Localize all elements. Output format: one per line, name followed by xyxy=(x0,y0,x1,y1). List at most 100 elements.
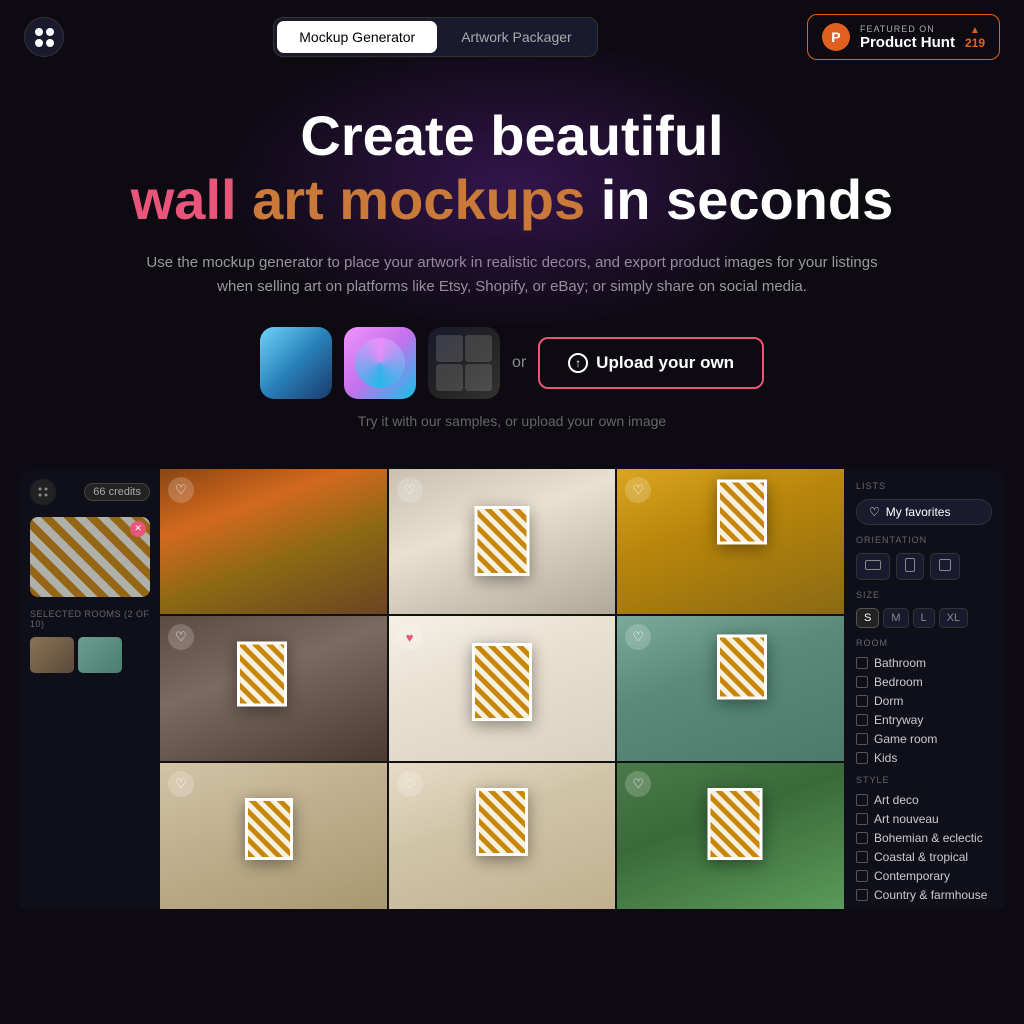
selected-room-thumb-1[interactable] xyxy=(30,637,74,673)
entryway-checkbox[interactable] xyxy=(856,714,868,726)
product-hunt-name: Product Hunt xyxy=(860,34,955,51)
orientation-buttons xyxy=(856,553,992,580)
style-checkboxes: Art deco Art nouveau Bohemian & eclectic… xyxy=(856,793,992,902)
size-section-title: SIZE xyxy=(856,590,992,600)
country-label: Country & farmhouse xyxy=(874,888,987,902)
user-avatar xyxy=(30,479,56,505)
bohemian-checkbox[interactable] xyxy=(856,832,868,844)
size-m-btn[interactable]: M xyxy=(883,608,908,628)
artnouveau-checkbox[interactable] xyxy=(856,813,868,825)
square-btn[interactable] xyxy=(930,553,960,580)
size-xl-btn[interactable]: XL xyxy=(939,608,968,628)
or-separator: or xyxy=(512,354,526,372)
kids-label: Kids xyxy=(874,751,897,765)
heart-btn-5[interactable]: ♥ xyxy=(397,624,423,650)
heart-btn-9[interactable]: ♡ xyxy=(625,771,651,797)
upload-icon: ↑ xyxy=(568,353,588,373)
selected-rooms-thumbs xyxy=(30,637,150,673)
contemporary-checkbox[interactable] xyxy=(856,870,868,882)
logo-dot xyxy=(35,39,43,47)
featured-on-label: FEATURED ON xyxy=(860,24,955,34)
artwork-preview[interactable]: ✕ xyxy=(30,517,150,597)
grid-item-6[interactable]: ♡ xyxy=(617,616,844,761)
navbar: Mockup Generator Artwork Packager P FEAT… xyxy=(0,0,1024,74)
hero-title-line2: wall art mockups in seconds xyxy=(20,168,1004,232)
coastal-label: Coastal & tropical xyxy=(874,850,968,864)
grid-cell xyxy=(465,335,492,362)
bedroom-label: Bedroom xyxy=(874,675,923,689)
size-l-btn[interactable]: L xyxy=(913,608,935,628)
left-panel: 66 credits ✕ SELECTED ROOMS (2 OF 10) xyxy=(20,469,160,909)
favorites-label: My favorites xyxy=(886,505,951,519)
upload-button[interactable]: ↑ Upload your own xyxy=(538,337,764,389)
grid-item-7[interactable]: ♡ xyxy=(160,763,387,908)
hero-word-in-seconds: in seconds xyxy=(601,168,894,231)
sample-thumb-2[interactable] xyxy=(344,327,416,399)
mockup-grid: ♡ ♡ ♡ ♡ ♥ ♡ xyxy=(160,469,844,909)
product-hunt-text: FEATURED ON Product Hunt xyxy=(860,24,955,51)
artdeco-label: Art deco xyxy=(874,793,919,807)
mockup-preview: 66 credits ✕ SELECTED ROOMS (2 OF 10) ♡ … xyxy=(20,469,1004,909)
style-filter-artdeco: Art deco xyxy=(856,793,992,807)
portrait-btn[interactable] xyxy=(896,553,924,580)
heart-btn-3[interactable]: ♡ xyxy=(625,477,651,503)
favorites-button[interactable]: ♡ My favorites xyxy=(856,499,992,525)
grid-item-1[interactable]: ♡ xyxy=(160,469,387,614)
artdeco-checkbox[interactable] xyxy=(856,794,868,806)
country-checkbox[interactable] xyxy=(856,889,868,901)
grid-item-2[interactable]: ♡ xyxy=(389,469,616,614)
heart-btn-4[interactable]: ♡ xyxy=(168,624,194,650)
sample-thumb-1[interactable] xyxy=(260,327,332,399)
landscape-btn[interactable] xyxy=(856,553,890,580)
logo-dot xyxy=(46,39,54,47)
grid-item-9[interactable]: ♡ xyxy=(617,763,844,908)
heart-btn-2[interactable]: ♡ xyxy=(397,477,423,503)
heart-icon: ♡ xyxy=(869,505,880,519)
style-section-title: STYLE xyxy=(856,775,992,785)
product-hunt-count: ▲ 219 xyxy=(965,25,985,50)
hero-title: Create beautiful wall art mockups in sec… xyxy=(20,104,1004,233)
heart-btn-7[interactable]: ♡ xyxy=(168,771,194,797)
gameroom-label: Game room xyxy=(874,732,937,746)
nav-tabs: Mockup Generator Artwork Packager xyxy=(273,17,597,57)
hero-title-line1: Create beautiful xyxy=(20,104,1004,168)
bedroom-checkbox[interactable] xyxy=(856,676,868,688)
gameroom-checkbox[interactable] xyxy=(856,733,868,745)
style-filter-coastal: Coastal & tropical xyxy=(856,850,992,864)
tab-artwork-packager[interactable]: Artwork Packager xyxy=(439,21,593,53)
landscape-icon xyxy=(865,560,881,570)
right-panel: LISTS ♡ My favorites ORIENTATION SIZE S … xyxy=(844,469,1004,909)
entryway-label: Entryway xyxy=(874,713,923,727)
heart-btn-1[interactable]: ♡ xyxy=(168,477,194,503)
room-filter-kids: Kids xyxy=(856,751,992,765)
selected-rooms-label: SELECTED ROOMS (2 OF 10) xyxy=(30,609,150,629)
square-icon xyxy=(939,559,951,571)
style-filter-artnouveau: Art nouveau xyxy=(856,812,992,826)
orientation-section-title: ORIENTATION xyxy=(856,535,992,545)
grid-item-5[interactable]: ♥ xyxy=(389,616,616,761)
dorm-checkbox[interactable] xyxy=(856,695,868,707)
selected-room-thumb-2[interactable] xyxy=(78,637,122,673)
room-filter-entryway: Entryway xyxy=(856,713,992,727)
grid-item-4[interactable]: ♡ xyxy=(160,616,387,761)
product-hunt-badge[interactable]: P FEATURED ON Product Hunt ▲ 219 xyxy=(807,14,1000,60)
upvote-arrow-icon: ▲ xyxy=(970,25,980,36)
grid-item-8[interactable]: ♡ xyxy=(389,763,616,908)
bathroom-checkbox[interactable] xyxy=(856,657,868,669)
dorm-label: Dorm xyxy=(874,694,903,708)
kids-checkbox[interactable] xyxy=(856,752,868,764)
grid-cell xyxy=(465,364,492,391)
product-hunt-icon: P xyxy=(822,23,850,51)
upload-btn-label: Upload your own xyxy=(596,353,734,373)
heart-btn-6[interactable]: ♡ xyxy=(625,624,651,650)
sample-thumb-3[interactable] xyxy=(428,327,500,399)
grid-item-3[interactable]: ♡ xyxy=(617,469,844,614)
coastal-checkbox[interactable] xyxy=(856,851,868,863)
room-filter-dorm: Dorm xyxy=(856,694,992,708)
tab-mockup-generator[interactable]: Mockup Generator xyxy=(277,21,437,53)
delete-artwork-icon[interactable]: ✕ xyxy=(130,521,146,537)
credits-badge: 66 credits xyxy=(84,483,150,501)
upvote-count: 219 xyxy=(965,36,985,50)
heart-btn-8[interactable]: ♡ xyxy=(397,771,423,797)
size-s-btn[interactable]: S xyxy=(856,608,879,628)
